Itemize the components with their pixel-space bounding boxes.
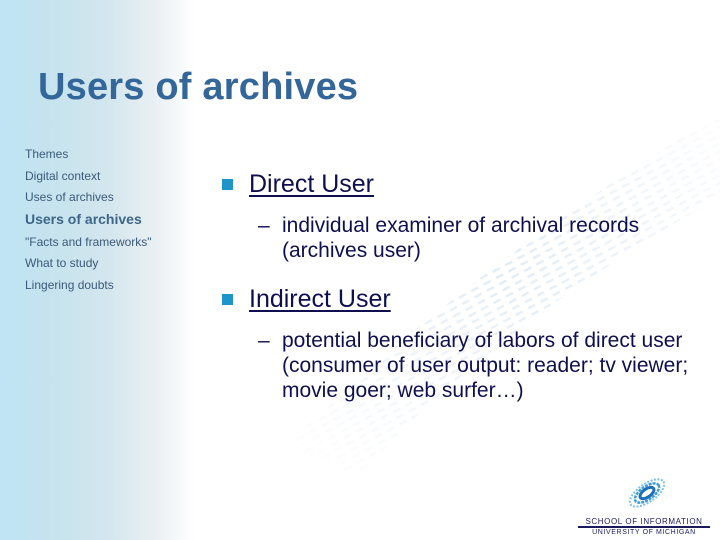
logo-university-text: UNIVERSITY OF MICHIGAN (592, 529, 696, 536)
dash-bullet-icon: – (258, 329, 270, 352)
sub-bullet: – individual examiner of archival record… (258, 213, 702, 263)
slide-title: Users of archives (38, 66, 359, 108)
sidebar-item-users-of-archives[interactable]: Users of archives (25, 211, 152, 234)
sidebar-item-digital-context[interactable]: Digital context (25, 168, 152, 190)
sidebar-nav: Themes Digital context Uses of archives … (25, 146, 152, 298)
square-bullet-icon (222, 179, 233, 190)
sidebar-item-lingering-doubts[interactable]: Lingering doubts (25, 277, 152, 299)
sub-bullet: – potential beneficiary of labors of dir… (258, 328, 702, 403)
sub-bullet-text: individual examiner of archival records … (282, 214, 640, 262)
square-bullet-icon (222, 294, 233, 305)
sidebar-item-themes[interactable]: Themes (25, 146, 152, 168)
bullet-label[interactable]: Direct User (249, 170, 374, 199)
sidebar-item-what-to-study[interactable]: What to study (25, 255, 152, 277)
dash-bullet-icon: – (258, 214, 270, 237)
logo-school-text: SCHOOL OF INFORMATION (578, 517, 710, 528)
galaxy-spiral-icon (628, 478, 666, 508)
sidebar-item-facts-and-frameworks[interactable]: "Facts and frameworks" (25, 234, 152, 256)
sub-bullet-text: potential beneficiary of labors of direc… (282, 329, 689, 402)
bullet-label[interactable]: Indirect User (249, 285, 391, 314)
bullet-direct-user: Direct User (222, 170, 702, 199)
sidebar-item-uses-of-archives[interactable]: Uses of archives (25, 189, 152, 211)
bullet-indirect-user: Indirect User (222, 285, 702, 314)
school-of-information-logo: SCHOOL OF INFORMATION UNIVERSITY OF MICH… (578, 474, 710, 540)
bullet-list: Direct User – individual examiner of arc… (222, 170, 702, 425)
